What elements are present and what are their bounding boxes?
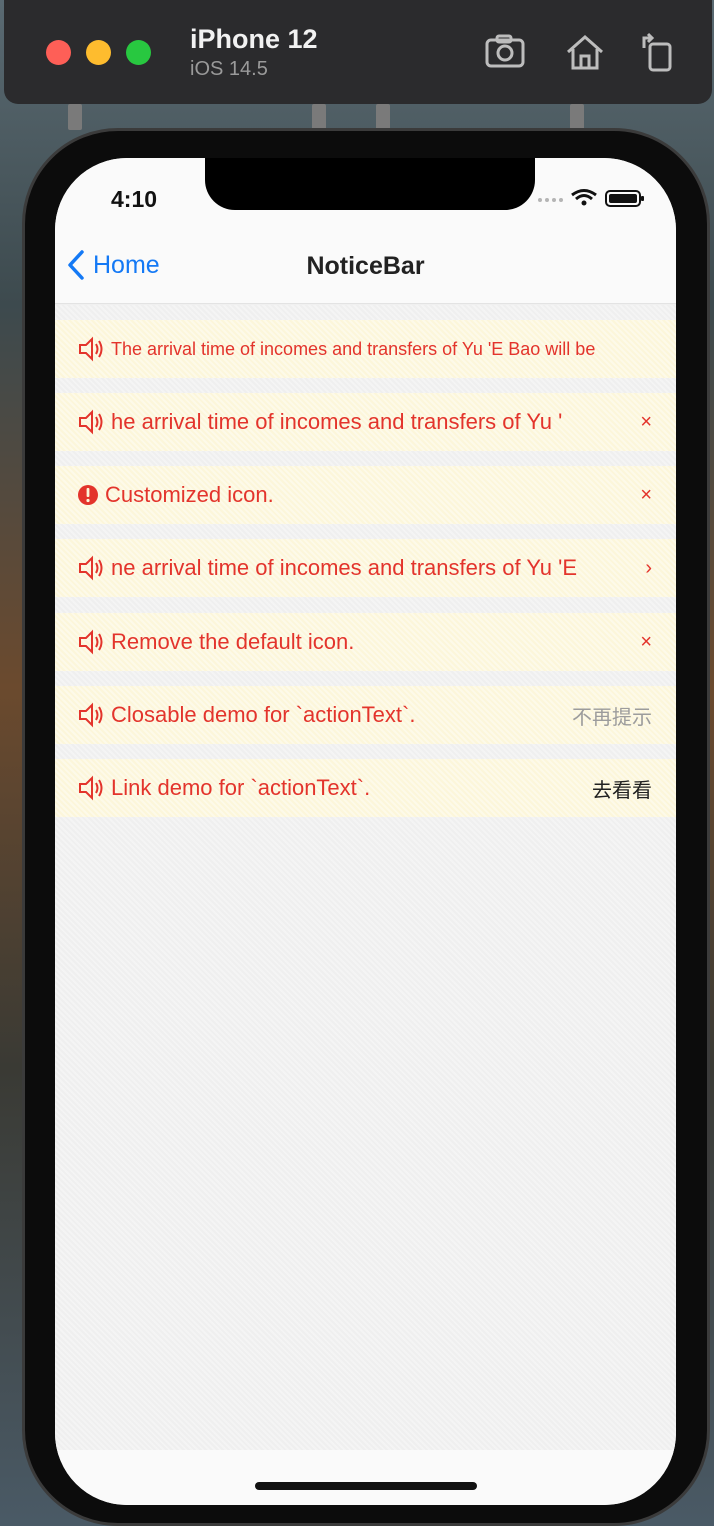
notice-text: The arrival time of incomes and transfer…: [111, 338, 596, 359]
status-time: 4:10: [111, 186, 158, 212]
chevron-right-icon[interactable]: ›: [645, 539, 652, 597]
speaker-icon: [79, 409, 103, 435]
go-see-action-button[interactable]: 去看看: [592, 759, 652, 817]
notice-text: Closable demo for `actionText`.: [111, 702, 416, 727]
zoom-window-button[interactable]: [126, 40, 151, 65]
minimize-window-button[interactable]: [86, 40, 111, 65]
page-title: NoticeBar: [306, 252, 425, 280]
speaker-icon: [79, 555, 103, 581]
phone-screen: 4:10 Home NoticeBar The arrival time of …: [55, 158, 676, 1505]
notice-bar-link[interactable]: ne arrival time of incomes and transfers…: [55, 539, 676, 597]
exclamation-circle-icon: [78, 485, 98, 505]
rotate-icon[interactable]: [638, 32, 680, 72]
speaker-icon: [79, 702, 103, 728]
dismiss-action-button[interactable]: 不再提示: [572, 686, 652, 744]
home-indicator-area: [55, 1450, 676, 1505]
notice-text: he arrival time of incomes and transfers…: [111, 409, 563, 434]
status-icons: [536, 188, 646, 208]
speaker-icon: [79, 336, 103, 362]
phone-side-button: [570, 104, 584, 130]
close-icon[interactable]: ×: [640, 613, 652, 671]
phone-side-button: [68, 104, 82, 130]
content-area: The arrival time of incomes and transfer…: [55, 305, 676, 1450]
close-window-button[interactable]: [46, 40, 71, 65]
phone-side-button: [312, 104, 326, 130]
signal-icon: [538, 198, 563, 202]
notice-text: Remove the default icon.: [111, 629, 355, 654]
home-icon[interactable]: [564, 32, 606, 72]
notice-bar-custom-icon[interactable]: Customized icon. ×: [55, 466, 676, 524]
battery-icon: [605, 190, 644, 207]
navigation-bar: Home NoticeBar: [55, 228, 676, 304]
phone-side-button: [376, 104, 390, 130]
device-name: iPhone 12: [190, 24, 318, 54]
notice-bar-closable[interactable]: he arrival time of incomes and transfers…: [55, 393, 676, 451]
close-icon[interactable]: ×: [640, 393, 652, 451]
home-indicator[interactable]: [255, 1482, 477, 1490]
speaker-icon: [79, 629, 103, 655]
notice-text: Customized icon.: [105, 482, 274, 507]
wifi-icon: [571, 189, 597, 206]
notice-text: ne arrival time of incomes and transfers…: [111, 555, 578, 580]
os-version: iOS 14.5: [190, 58, 268, 80]
simulator-title-bar: iPhone 12 iOS 14.5: [4, 0, 712, 104]
screenshot-icon[interactable]: [484, 32, 526, 72]
notice-bar-action-closable[interactable]: Closable demo for `actionText`. 不再提示: [55, 686, 676, 744]
notice-bar-action-link[interactable]: Link demo for `actionText`. 去看看: [55, 759, 676, 817]
notice-bar-scrolling[interactable]: The arrival time of incomes and transfer…: [55, 320, 676, 378]
speaker-icon: [79, 775, 103, 801]
close-icon[interactable]: ×: [640, 466, 652, 524]
notice-bar-no-icon[interactable]: Remove the default icon. ×: [55, 613, 676, 671]
notice-text: Link demo for `actionText`.: [111, 775, 371, 800]
notch: [205, 158, 535, 210]
